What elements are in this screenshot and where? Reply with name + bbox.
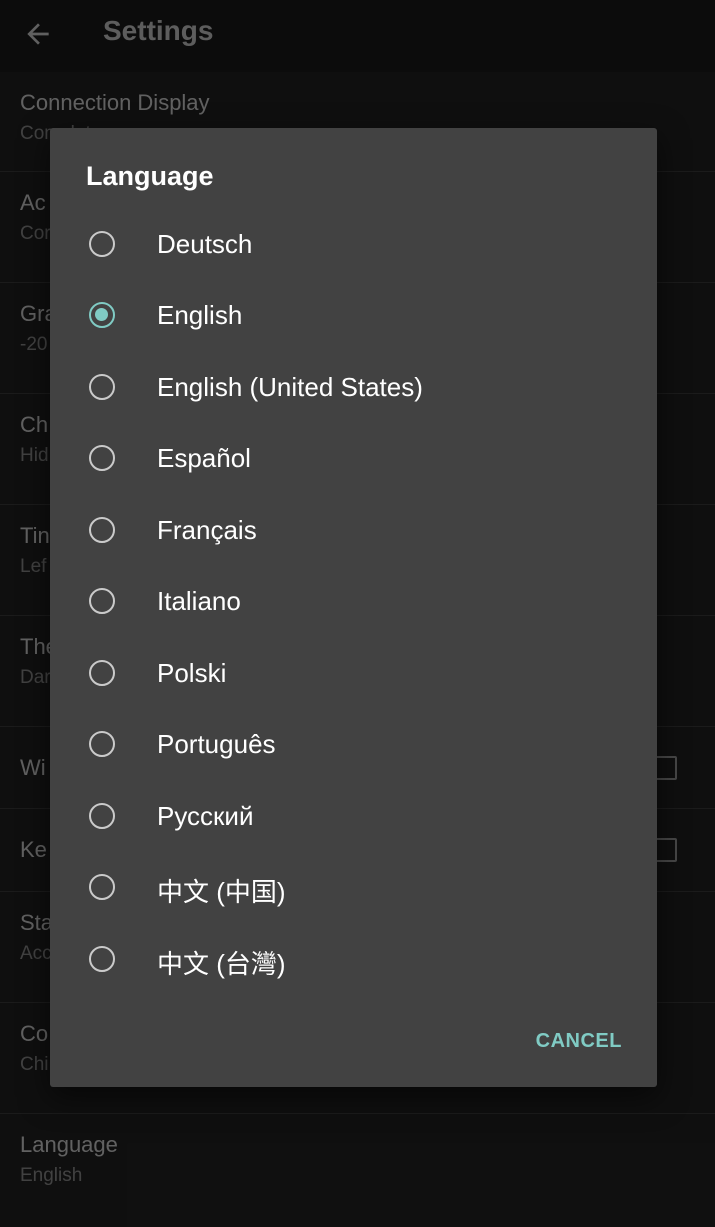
- language-option[interactable]: English: [50, 287, 657, 347]
- radio-button-icon[interactable]: [89, 517, 115, 543]
- language-option[interactable]: Русский: [50, 788, 657, 848]
- radio-button-checked-icon[interactable]: [89, 302, 115, 328]
- language-option[interactable]: Français: [50, 502, 657, 562]
- language-option[interactable]: English (United States): [50, 359, 657, 419]
- language-option[interactable]: 中文 (台灣): [50, 931, 657, 991]
- radio-button-icon[interactable]: [89, 731, 115, 757]
- cancel-button[interactable]: CANCEL: [536, 1030, 622, 1053]
- language-option[interactable]: Español: [50, 430, 657, 490]
- language-dialog: Language Deutsch English English (United…: [50, 128, 657, 1087]
- language-option[interactable]: Português: [50, 716, 657, 776]
- language-option[interactable]: Italiano: [50, 573, 657, 633]
- radio-button-icon[interactable]: [89, 445, 115, 471]
- radio-button-icon[interactable]: [89, 660, 115, 686]
- language-option-label: English (United States): [157, 372, 423, 402]
- dialog-title: Language: [86, 161, 214, 191]
- language-option-label: Français: [157, 515, 257, 545]
- language-option-label: Español: [157, 443, 251, 473]
- radio-button-icon[interactable]: [89, 231, 115, 257]
- language-option-label: Italiano: [157, 586, 241, 616]
- language-option-label: Русский: [157, 801, 254, 831]
- language-option-label: English: [157, 300, 243, 330]
- radio-button-icon[interactable]: [89, 874, 115, 900]
- radio-button-icon[interactable]: [89, 803, 115, 829]
- language-option-label: 中文 (台灣): [157, 949, 286, 979]
- language-option-label: Polski: [157, 658, 227, 688]
- language-option[interactable]: Polski: [50, 645, 657, 705]
- radio-button-icon[interactable]: [89, 946, 115, 972]
- language-option-label: Deutsch: [157, 229, 253, 259]
- radio-button-icon[interactable]: [89, 374, 115, 400]
- language-option[interactable]: 中文 (中国): [50, 859, 657, 919]
- radio-button-icon[interactable]: [89, 588, 115, 614]
- language-option-label: 中文 (中国): [157, 877, 286, 907]
- language-option[interactable]: Deutsch: [50, 216, 657, 276]
- language-option-label: Português: [157, 729, 276, 759]
